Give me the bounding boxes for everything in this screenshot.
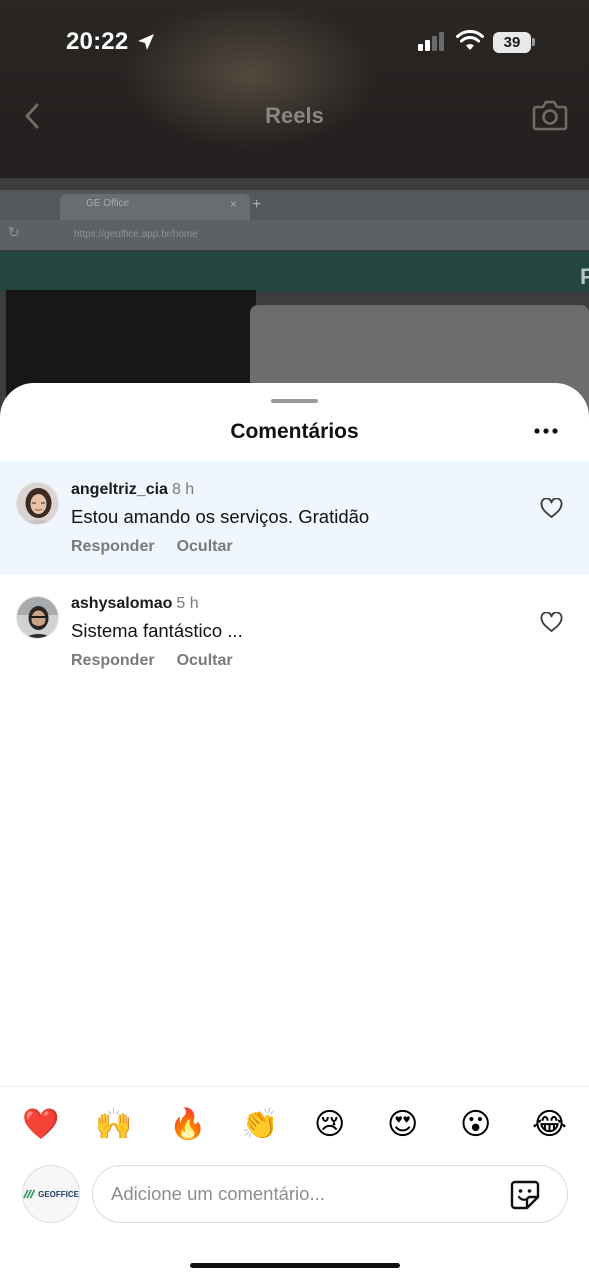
- emoji-clapping[interactable]: 👏: [241, 1105, 278, 1145]
- emoji-reaction-bar: ❤️ 🙌 🔥 👏 😢 😍 😮 😂: [0, 1105, 589, 1145]
- comment-actions: Responder Ocultar: [71, 538, 233, 556]
- emoji-laughing[interactable]: 😂: [532, 1105, 567, 1145]
- hide-button[interactable]: Ocultar: [177, 538, 233, 556]
- emoji-heart[interactable]: ❤️: [22, 1105, 59, 1145]
- battery-tip: [532, 38, 535, 46]
- avatar[interactable]: [16, 596, 59, 639]
- status-bar: 20:22 39: [0, 0, 589, 86]
- home-indicator[interactable]: [190, 1263, 400, 1268]
- comment-header: angeltriz_cia 8 h: [71, 481, 194, 499]
- composer-divider: [0, 1086, 589, 1087]
- geoffice-logo-icon: [23, 1189, 36, 1199]
- comment-input[interactable]: [109, 1180, 489, 1208]
- reel-browser-new-tab-icon: +: [252, 196, 262, 213]
- location-arrow-icon: [138, 34, 154, 50]
- hide-button[interactable]: Ocultar: [177, 652, 233, 670]
- emoji-heart-eyes[interactable]: 😍: [387, 1105, 418, 1145]
- more-options-icon[interactable]: [534, 427, 558, 435]
- composer-avatar-logo-text: GEOFFICE: [38, 1189, 79, 1199]
- comment-timestamp: 8 h: [171, 481, 195, 498]
- camera-icon[interactable]: [532, 98, 568, 132]
- reel-browser-refresh-icon: ↻: [8, 224, 20, 240]
- avatar[interactable]: [16, 482, 59, 525]
- comment-composer: [92, 1165, 568, 1223]
- emoji-raising-hands[interactable]: 🙌: [95, 1105, 132, 1145]
- reel-site-header-letter: F: [580, 264, 589, 289]
- comment-item: angeltriz_cia 8 h Estou amando os serviço…: [0, 461, 589, 575]
- reel-browser-tab-text: GE Office: [86, 198, 130, 209]
- comment-username[interactable]: angeltriz_cia: [71, 481, 168, 498]
- comment-item: ashysalomao 5 h Sistema fantástico ... Re…: [0, 575, 589, 689]
- reel-browser-url: https://geoffice.app.br/home: [74, 229, 198, 240]
- comment-text: Sistema fantástico ...: [71, 620, 243, 641]
- comment-header: ashysalomao 5 h: [71, 595, 199, 613]
- like-heart-icon[interactable]: [540, 612, 563, 633]
- reel-browser-tab-close-icon: ×: [230, 197, 238, 211]
- reel-site-header: [0, 252, 589, 292]
- sheet-title: Comentários: [230, 420, 359, 443]
- emoji-surprised[interactable]: 😮: [460, 1105, 491, 1145]
- reply-button[interactable]: Responder: [71, 538, 155, 556]
- comment-text: Estou amando os serviços. Gratidão: [71, 506, 370, 527]
- cellular-signal-icon: [418, 32, 444, 51]
- status-time: 20:22: [66, 28, 129, 55]
- comment-timestamp: 5 h: [176, 595, 199, 612]
- battery-indicator: 39: [493, 32, 531, 53]
- comments-sheet: Comentários angeltriz_cia 8 h Estou amand…: [0, 383, 589, 1280]
- comment-username[interactable]: ashysalomao: [71, 595, 172, 612]
- sticker-icon[interactable]: [509, 1179, 541, 1211]
- reply-button[interactable]: Responder: [71, 652, 155, 670]
- sheet-drag-handle[interactable]: [271, 399, 318, 403]
- comment-actions: Responder Ocultar: [71, 652, 233, 670]
- emoji-fire[interactable]: 🔥: [169, 1105, 206, 1145]
- emoji-crying[interactable]: 😢: [314, 1105, 345, 1145]
- reels-title: Reels: [265, 103, 324, 128]
- like-heart-icon[interactable]: [540, 498, 563, 519]
- wifi-icon: [456, 30, 484, 50]
- composer-avatar: GEOFFICE: [22, 1165, 80, 1223]
